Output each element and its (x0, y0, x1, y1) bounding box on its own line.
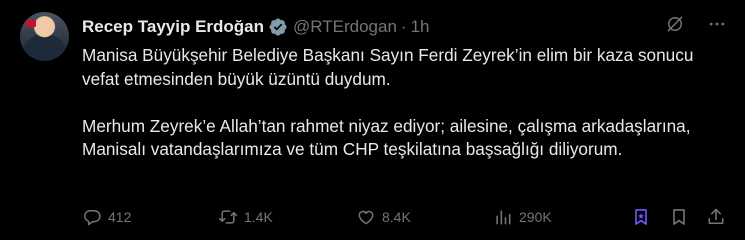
author-handle[interactable]: @RTErdogan (293, 17, 397, 37)
bookmark-button[interactable] (669, 207, 695, 227)
repost-count: 1.4K (244, 209, 273, 225)
repost-icon (218, 210, 238, 224)
views-icon (496, 210, 511, 225)
separator-dot: · (400, 17, 407, 36)
repost-button[interactable]: 1.4K (218, 207, 273, 227)
share-icon (708, 208, 724, 225)
reply-icon (84, 210, 101, 226)
bookmark-icon (673, 209, 685, 225)
author-name[interactable]: Recep Tayyip Erdoğan (82, 17, 264, 37)
flag-pin-icon (26, 20, 36, 27)
timestamp[interactable]: 1h (411, 17, 430, 37)
like-button[interactable]: 8.4K (356, 207, 411, 227)
like-count: 8.4K (382, 209, 411, 225)
reply-button[interactable]: 412 (82, 207, 131, 227)
tweet-text: Manisa Büyükşehir Belediye Başkanı Sayın… (82, 45, 694, 159)
reply-count: 412 (108, 209, 132, 225)
action-bar: 412 1.4K 8.4K 290K (82, 207, 727, 229)
heart-icon (358, 210, 374, 225)
tweet-header: Recep Tayyip Erdoğan @RTErdogan · 1h (82, 15, 430, 39)
more-icon[interactable] (707, 14, 727, 34)
avatar[interactable] (20, 12, 69, 61)
views-count: 290K (519, 209, 552, 225)
tweet: Recep Tayyip Erdoğan @RTErdogan · 1h Man… (0, 0, 745, 240)
share-button[interactable] (706, 207, 732, 227)
grok-icon[interactable] (665, 14, 685, 34)
views-button[interactable]: 290K (493, 207, 552, 227)
top-actions (665, 14, 727, 34)
bookmark-highlight-icon (635, 209, 647, 225)
verified-badge-icon[interactable] (268, 17, 288, 37)
bookmark-highlight-button[interactable] (631, 207, 657, 227)
